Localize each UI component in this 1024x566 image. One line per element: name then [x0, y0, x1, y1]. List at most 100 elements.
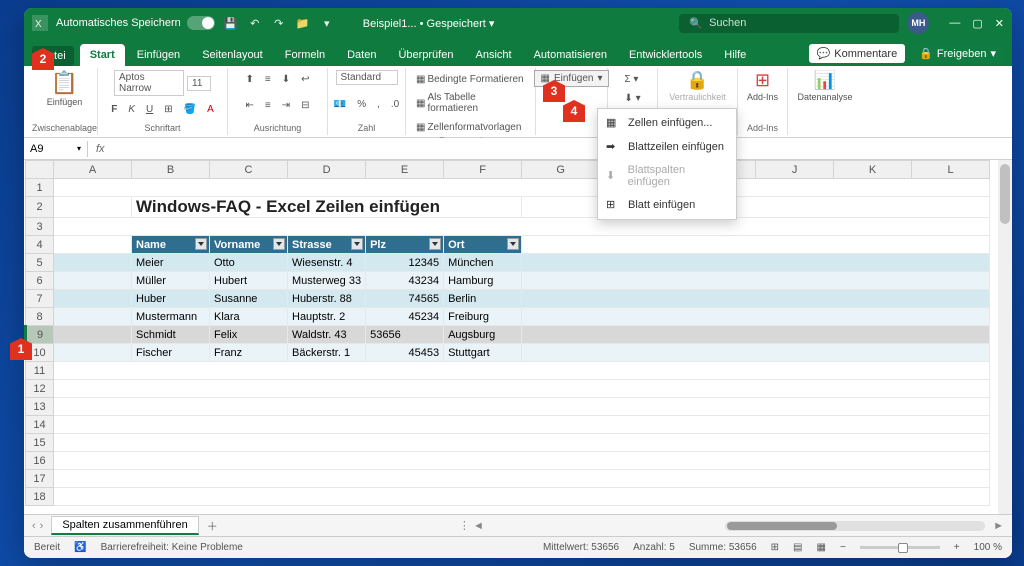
col-header[interactable]: K: [834, 161, 912, 179]
tab-entwicklertools[interactable]: Entwicklertools: [619, 44, 712, 66]
add-sheet-button[interactable]: ＋: [207, 518, 218, 534]
insert-rows-item[interactable]: ➡Blattzeilen einfügen: [598, 135, 736, 159]
filter-icon[interactable]: [507, 238, 519, 250]
zoom-slider[interactable]: [860, 546, 940, 549]
row-header[interactable]: 1: [26, 179, 54, 197]
table-header[interactable]: Name: [132, 236, 210, 254]
tab-daten[interactable]: Daten: [337, 44, 386, 66]
col-header[interactable]: J: [756, 161, 834, 179]
col-header[interactable]: A: [54, 161, 132, 179]
paste-icon[interactable]: 📋: [51, 70, 78, 96]
insert-cells-item[interactable]: ▦Zellen einfügen...: [598, 111, 736, 135]
tab-seitenlayout[interactable]: Seitenlayout: [192, 44, 273, 66]
name-box[interactable]: A9▾: [24, 141, 88, 157]
select-all-corner[interactable]: [26, 161, 54, 179]
tab-automatisieren[interactable]: Automatisieren: [524, 44, 617, 66]
zoom-level[interactable]: 100 %: [974, 542, 1002, 553]
col-header[interactable]: E: [366, 161, 444, 179]
bold-button[interactable]: F: [107, 101, 121, 119]
tab-ansicht[interactable]: Ansicht: [465, 44, 521, 66]
more-icon[interactable]: ▾: [319, 15, 335, 31]
align-mid[interactable]: ≡: [261, 70, 275, 88]
percent[interactable]: %: [353, 95, 370, 113]
align-center[interactable]: ≡: [261, 97, 275, 115]
table-header[interactable]: Ort: [444, 236, 522, 254]
sheet-next-icon[interactable]: ›: [40, 520, 44, 532]
vertical-scrollbar[interactable]: [998, 160, 1012, 514]
col-header[interactable]: D: [288, 161, 366, 179]
filter-icon[interactable]: [273, 238, 285, 250]
comments-button[interactable]: 💬 Kommentare: [809, 44, 906, 63]
row-header[interactable]: 12: [26, 380, 54, 398]
chevron-down-icon[interactable]: ▾: [77, 144, 81, 153]
filter-icon[interactable]: [351, 238, 363, 250]
active-sheet-tab[interactable]: Spalten zusammenführen: [51, 516, 198, 535]
zoom-in-button[interactable]: +: [954, 542, 960, 553]
fill-color-button[interactable]: 🪣: [180, 101, 200, 119]
table-header[interactable]: Vorname: [210, 236, 288, 254]
font-size-select[interactable]: 11: [187, 76, 211, 91]
search-input[interactable]: 🔍 Suchen: [679, 14, 899, 33]
horizontal-scrollbar[interactable]: [725, 521, 985, 531]
toggle-switch[interactable]: [187, 16, 215, 30]
filter-icon[interactable]: [429, 238, 441, 250]
row-header[interactable]: 13: [26, 398, 54, 416]
conditional-format-button[interactable]: ▦ Bedingte Formatieren: [412, 70, 529, 88]
dec-inc[interactable]: .0: [387, 95, 403, 113]
minimize-icon[interactable]: —: [949, 17, 960, 30]
row-header[interactable]: 8: [26, 308, 54, 326]
merge[interactable]: ⊟: [297, 97, 313, 115]
addins-icon[interactable]: ⊞: [755, 70, 770, 91]
view-normal-icon[interactable]: ⊞: [771, 542, 779, 553]
row-header[interactable]: 18: [26, 488, 54, 506]
worksheet-grid[interactable]: A B C D E F G H I J K L 1 2Windows-FAQ -…: [24, 160, 1012, 514]
maximize-icon[interactable]: ▢: [972, 17, 982, 30]
comma[interactable]: ,: [373, 95, 384, 113]
zoom-out-button[interactable]: −: [840, 542, 846, 553]
underline-button[interactable]: U: [142, 101, 157, 119]
fill[interactable]: ⬇ ▾: [620, 89, 644, 107]
undo-icon[interactable]: ↶: [247, 15, 263, 31]
view-break-icon[interactable]: ▦: [817, 542, 826, 553]
row-header[interactable]: 7: [26, 290, 54, 308]
row-header[interactable]: 5: [26, 254, 54, 272]
row-header[interactable]: 6: [26, 272, 54, 290]
italic-button[interactable]: K: [124, 101, 139, 119]
folder-icon[interactable]: 📁: [295, 15, 311, 31]
analysis-icon[interactable]: 📊: [814, 70, 836, 91]
save-icon[interactable]: 💾: [223, 15, 239, 31]
tab-hilfe[interactable]: Hilfe: [714, 44, 756, 66]
formula-input[interactable]: [113, 147, 1012, 151]
font-color-button[interactable]: A: [203, 101, 218, 119]
tab-formeln[interactable]: Formeln: [275, 44, 335, 66]
number-format-select[interactable]: Standard: [336, 70, 398, 85]
align-bot[interactable]: ⬇: [278, 70, 294, 88]
insert-cells-button[interactable]: ▦ Einfügen ▾: [534, 70, 610, 87]
col-header[interactable]: L: [912, 161, 990, 179]
row-header[interactable]: 4: [26, 236, 54, 254]
filter-icon[interactable]: [195, 238, 207, 250]
align-left[interactable]: ⇤: [241, 97, 257, 115]
font-name-select[interactable]: Aptos Narrow: [114, 70, 184, 96]
tab-einfugen[interactable]: Einfügen: [127, 44, 190, 66]
tab-uberprufen[interactable]: Überprüfen: [388, 44, 463, 66]
redo-icon[interactable]: ↷: [271, 15, 287, 31]
wrap-text[interactable]: ↩: [297, 70, 313, 88]
align-top[interactable]: ⬆: [241, 70, 257, 88]
border-button[interactable]: ⊞: [160, 101, 176, 119]
table-header[interactable]: Strasse: [288, 236, 366, 254]
row-header[interactable]: 15: [26, 434, 54, 452]
row-header[interactable]: 14: [26, 416, 54, 434]
user-avatar[interactable]: MH: [907, 12, 929, 34]
tab-start[interactable]: Start: [80, 44, 125, 66]
autosum[interactable]: Σ ▾: [620, 70, 644, 88]
cell-styles-button[interactable]: ▦ Zellenformatvorlagen: [412, 118, 529, 136]
close-icon[interactable]: ✕: [995, 17, 1004, 30]
format-as-table-button[interactable]: ▦ Als Tabelle formatieren: [412, 89, 529, 117]
currency[interactable]: 💶: [330, 95, 350, 113]
row-header[interactable]: 3: [26, 218, 54, 236]
sheet-prev-icon[interactable]: ‹: [32, 520, 36, 532]
fx-icon[interactable]: fx: [88, 143, 113, 155]
autosave-toggle[interactable]: Automatisches Speichern: [56, 16, 215, 30]
col-header[interactable]: B: [132, 161, 210, 179]
